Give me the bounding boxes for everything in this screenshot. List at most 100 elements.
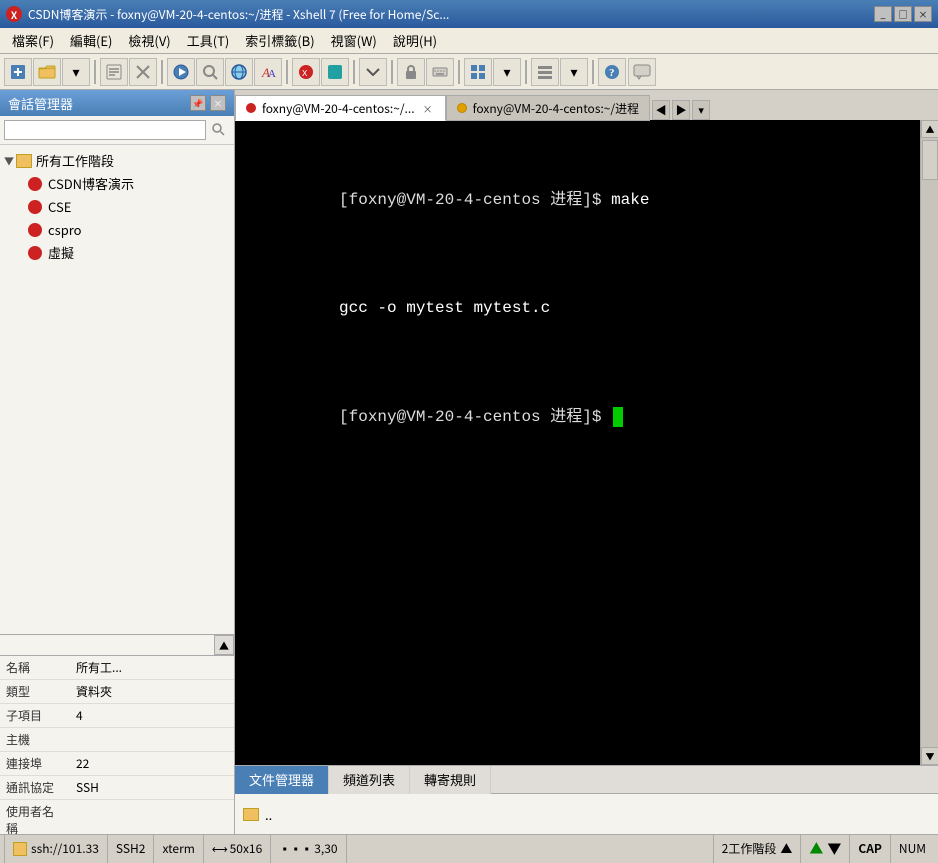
bottom-tab-files[interactable]: 文件管理器	[235, 766, 329, 794]
tab-bar: foxny@VM-20-4-centos:~/... × foxny@VM-20…	[235, 90, 938, 120]
tab-nav-right[interactable]: ▶	[672, 100, 690, 120]
status-workspace-text: 2工作階段	[722, 840, 777, 857]
tree-child-csdn[interactable]: CSDN博客演示	[0, 172, 234, 195]
terminal-scroll-area: [foxny@VM-20-4-centos 进程]$ make gcc -o m…	[235, 120, 938, 765]
toolbar-properties-btn[interactable]	[100, 58, 128, 86]
term-prompt-3: [foxny@VM-20-4-centos 进程]$	[339, 408, 611, 426]
bottom-tabs: 文件管理器 頻道列表 轉寄規則	[235, 766, 938, 794]
info-label-children: 子項目	[0, 704, 70, 727]
tab-dot-inactive	[457, 103, 467, 113]
scrollbar-thumb[interactable]	[922, 140, 938, 180]
toolbar-list-btn[interactable]	[531, 58, 559, 86]
info-label-type: 類型	[0, 680, 70, 703]
toolbar-expand-btn[interactable]	[359, 58, 387, 86]
menu-help[interactable]: 說明(H)	[385, 28, 445, 53]
sidebar-pin-btn[interactable]: 📌	[190, 95, 206, 111]
status-nav-arrows: ▲ ▼	[800, 835, 849, 863]
terminal-cursor	[613, 407, 623, 427]
menu-tabs[interactable]: 索引標籤(B)	[237, 28, 322, 53]
info-label-protocol: 通訊協定	[0, 776, 70, 799]
sidebar-scroll-up[interactable]: ▲	[214, 635, 234, 655]
session-icon-cspro	[28, 223, 42, 237]
tree-child-virtual[interactable]: 虛擬	[0, 241, 234, 264]
info-row-username: 使用者名稱	[0, 800, 234, 834]
menu-tools[interactable]: 工具(T)	[179, 28, 238, 53]
tree-child-cspro[interactable]: cspro	[0, 218, 234, 241]
toolbar-folder-btn[interactable]	[33, 58, 61, 86]
toolbar-globe-btn[interactable]	[225, 58, 253, 86]
tab-close-active[interactable]: ×	[421, 101, 435, 115]
term-prompt-1: [foxny@VM-20-4-centos 进程]$	[339, 191, 611, 209]
menu-bar: 檔案(F) 編輯(E) 檢視(V) 工具(T) 索引標籤(B) 視窗(W) 說明…	[0, 28, 938, 54]
tab-nav-left[interactable]: ◀	[652, 100, 670, 120]
info-label-name: 名稱	[0, 656, 70, 679]
status-cursor-pos-text: 3,30	[314, 840, 337, 857]
status-terminal-type: xterm	[154, 835, 203, 863]
tree-root-item[interactable]: ▼ 所有工作階段	[0, 149, 234, 172]
terminal-content[interactable]: [foxny@VM-20-4-centos 进程]$ make gcc -o m…	[235, 120, 920, 765]
bottom-tab-forwarding[interactable]: 轉寄規則	[410, 766, 491, 794]
info-row-name: 名稱 所有工...	[0, 656, 234, 680]
tab-active[interactable]: foxny@VM-20-4-centos:~/... ×	[235, 95, 446, 121]
tree-folder-icon	[16, 154, 32, 168]
toolbar-sep-8	[592, 60, 594, 84]
toolbar-sep-5	[391, 60, 393, 84]
status-arrow-up-icon[interactable]: ▲	[809, 839, 823, 859]
info-label-port: 連接埠	[0, 752, 70, 775]
minimize-button[interactable]: _	[874, 6, 892, 22]
menu-view[interactable]: 檢視(V)	[120, 28, 178, 53]
toolbar-btn-red[interactable]: X	[292, 58, 320, 86]
tab-dot-active	[246, 103, 256, 113]
menu-edit[interactable]: 編輯(E)	[62, 28, 120, 53]
toolbar-help-btn[interactable]: ?	[598, 58, 626, 86]
maximize-button[interactable]: □	[894, 6, 912, 22]
close-button[interactable]: ×	[914, 6, 932, 22]
scrollbar-track[interactable]	[921, 138, 938, 747]
app-icon: X	[6, 6, 22, 22]
toolbar-new-btn[interactable]	[4, 58, 32, 86]
toolbar-list-dropdown[interactable]: ▾	[560, 58, 588, 86]
scrollbar-down-btn[interactable]: ▼	[921, 747, 938, 765]
scrollbar-up-btn[interactable]: ▲	[921, 120, 938, 138]
sidebar-header-controls[interactable]: 📌 ×	[190, 95, 226, 111]
terminal-line-1: [foxny@VM-20-4-centos 进程]$ make	[243, 164, 912, 236]
bottom-tab-channels[interactable]: 頻道列表	[329, 766, 410, 794]
sidebar-close-btn[interactable]: ×	[210, 95, 226, 111]
status-arrow-down-icon[interactable]: ▼	[827, 839, 841, 859]
toolbar-search-btn[interactable]	[196, 58, 224, 86]
toolbar-delete-btn[interactable]	[129, 58, 157, 86]
tree-child-cse[interactable]: CSE	[0, 195, 234, 218]
toolbar-grid-btn[interactable]	[464, 58, 492, 86]
search-icon-btn[interactable]	[208, 119, 230, 141]
toolbar: ▾ AA X	[0, 54, 938, 90]
sidebar-header: 會話管理器 📌 ×	[0, 90, 234, 116]
title-bar-controls[interactable]: _ □ ×	[874, 6, 932, 22]
toolbar-font-btn[interactable]: AA	[254, 58, 282, 86]
tab-inactive[interactable]: foxny@VM-20-4-centos:~/进程	[446, 95, 651, 121]
bottom-panel: 文件管理器 頻道列表 轉寄規則 ..	[235, 765, 938, 834]
toolbar-connect-btn[interactable]	[167, 58, 195, 86]
toolbar-group-3: AA	[167, 58, 282, 86]
menu-window[interactable]: 視窗(W)	[323, 28, 385, 53]
status-cursor-icon: ▪▪▪	[279, 841, 312, 857]
tab-nav-down[interactable]: ▾	[692, 100, 710, 120]
session-icon-csdn	[28, 177, 42, 191]
toolbar-btn-teal[interactable]	[321, 58, 349, 86]
toolbar-group-5	[359, 58, 387, 86]
tree-child-label-cspro: cspro	[48, 220, 82, 239]
search-input[interactable]	[4, 120, 206, 140]
status-num-text: NUM	[899, 840, 926, 857]
tree-expand-icon[interactable]: ▼	[4, 153, 14, 168]
toolbar-lock-btn[interactable]	[397, 58, 425, 86]
toolbar-sep-1	[94, 60, 96, 84]
toolbar-dropdown-btn[interactable]: ▾	[62, 58, 90, 86]
svg-text:X: X	[302, 69, 308, 79]
toolbar-grid-dropdown[interactable]: ▾	[493, 58, 521, 86]
info-value-protocol: SSH	[70, 776, 234, 799]
toolbar-chat-btn[interactable]	[628, 58, 656, 86]
toolbar-keyboard-btn[interactable]	[426, 58, 454, 86]
menu-file[interactable]: 檔案(F)	[4, 28, 62, 53]
cursor-text-input[interactable]	[623, 407, 634, 427]
sidebar-title: 會話管理器	[8, 94, 73, 113]
tab-label-active: foxny@VM-20-4-centos:~/...	[262, 100, 415, 117]
